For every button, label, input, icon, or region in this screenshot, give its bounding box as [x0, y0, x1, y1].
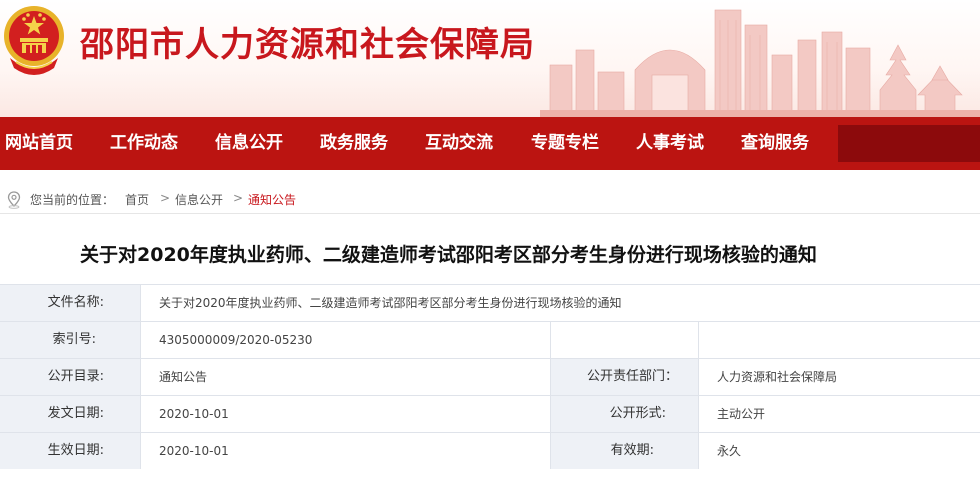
nav-item-special-topics[interactable]: 专题专栏 [531, 117, 599, 170]
table-row: 索引号: 4305000009/2020-05230 [0, 321, 980, 358]
breadcrumb-home-link[interactable]: 首页 [125, 191, 149, 208]
main-navigation: 网站首页 工作动态 信息公开 政务服务 互动交流 专题专栏 人事考试 查询服务 [0, 117, 980, 170]
site-title[interactable]: 邵阳市人力资源和社会保障局 [80, 17, 535, 66]
table-row: 公开目录: 通知公告 公开责任部门： 人力资源和社会保障局 [0, 358, 980, 395]
breadcrumb-prefix: 您当前的位置： [30, 193, 115, 207]
nav-item-interaction[interactable]: 互动交流 [425, 117, 493, 170]
form-value: 主动公开 [717, 407, 766, 421]
breadcrumb-divider [0, 213, 980, 214]
nav-search-area[interactable] [838, 125, 980, 162]
site-header: 邵阳市人力资源和社会保障局 [0, 0, 980, 117]
form-label: 公开形式: [551, 396, 698, 432]
catalog-value: 通知公告 [159, 370, 208, 384]
catalog-label: 公开目录: [0, 359, 140, 395]
nav-item-work-news[interactable]: 工作动态 [110, 117, 178, 170]
breadcrumb-info-link[interactable]: 信息公开 [175, 191, 223, 208]
dept-value: 人力资源和社会保障局 [717, 370, 838, 384]
effective-date-label: 生效日期: [0, 433, 140, 469]
breadcrumb-current-link[interactable]: 通知公告 [248, 191, 296, 208]
breadcrumb-separator: > [160, 191, 171, 205]
nav-item-info-disclosure[interactable]: 信息公开 [215, 117, 283, 170]
breadcrumb-separator: > [233, 191, 244, 205]
issue-date-label: 发文日期: [0, 396, 140, 432]
empty-label-cell [551, 322, 698, 358]
national-emblem-icon [4, 6, 64, 75]
file-name-value: 关于对2020年度执业药师、二级建造师考试邵阳考区部分考生身份进行现场核验的通知 [159, 296, 622, 310]
table-row: 发文日期: 2020-10-01 公开形式: 主动公开 [0, 395, 980, 432]
location-pin-icon [7, 191, 21, 209]
city-skyline-decoration [540, 9, 980, 117]
nav-item-home[interactable]: 网站首页 [5, 117, 73, 170]
nav-item-gov-services[interactable]: 政务服务 [320, 117, 388, 170]
dept-label: 公开责任部门： [551, 359, 698, 395]
file-name-label: 文件名称: [0, 285, 140, 321]
table-row: 生效日期: 2020-10-01 有效期: 永久 [0, 432, 980, 469]
issue-date-value: 2020-10-01 [159, 407, 229, 421]
validity-value: 永久 [717, 444, 742, 458]
page: 邵阳市人力资源和社会保障局 网站首页 工作动态 信息公开 政务服务 互动交流 专… [0, 0, 980, 480]
index-value: 4305000009/2020-05230 [159, 333, 313, 347]
table-row: 文件名称: 关于对2020年度执业药师、二级建造师考试邵阳考区部分考生身份进行现… [0, 284, 980, 321]
nav-item-personnel-exam[interactable]: 人事考试 [636, 117, 704, 170]
breadcrumb: 您当前的位置： 首页 > 信息公开 > 通知公告 [0, 187, 980, 213]
validity-label: 有效期: [551, 433, 698, 469]
effective-date-value: 2020-10-01 [159, 444, 229, 458]
index-label: 索引号: [0, 322, 140, 358]
nav-item-query-services[interactable]: 查询服务 [741, 117, 809, 170]
article-title: 关于对2020年度执业药师、二级建造师考试邵阳考区部分考生身份进行现场核验的通知 [80, 244, 817, 266]
